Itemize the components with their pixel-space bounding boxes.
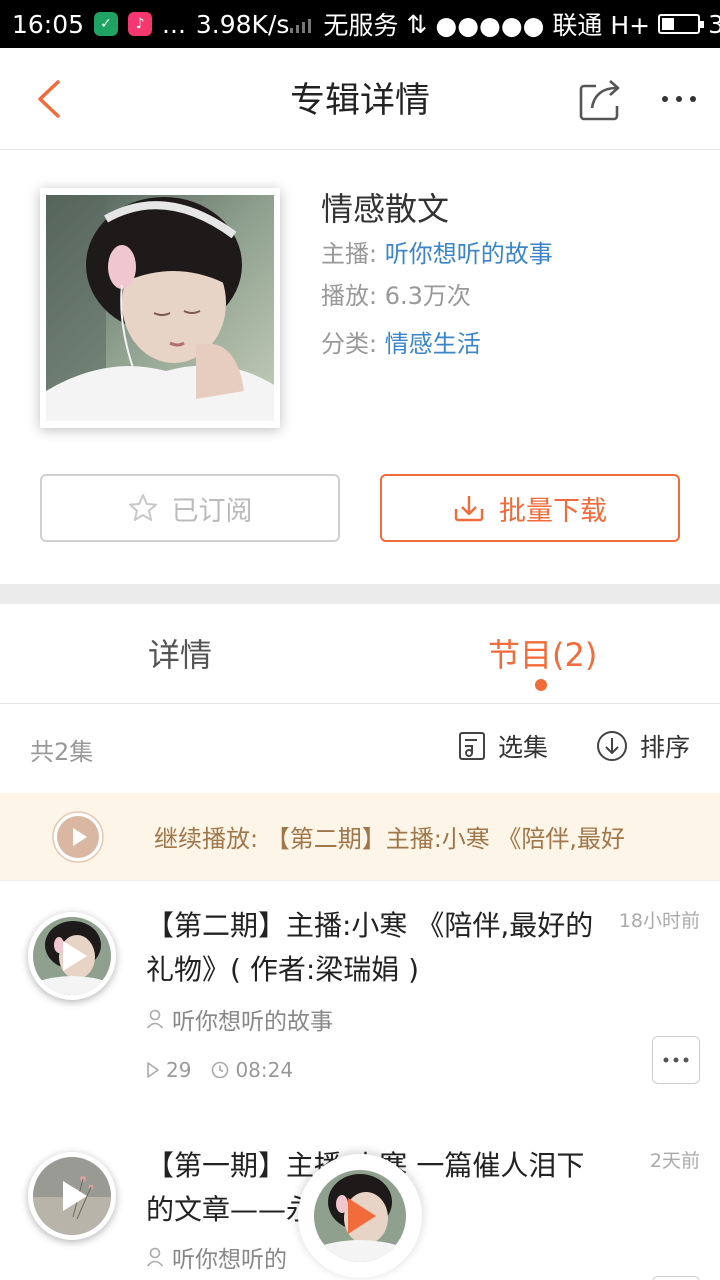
share-icon[interactable] (574, 72, 628, 126)
tab-detail[interactable]: 详情 (148, 630, 212, 676)
status-time: 16:05 (12, 9, 85, 39)
playlist-icon (459, 732, 485, 760)
host-name-link[interactable]: 听你想听的故事 (385, 240, 553, 268)
page-title: 专辑详情 (289, 81, 430, 121)
status-bar: 16:05 ✓ ♪ ... 3.98K/s 无服务 ⇅ ●●●●● 联通 H+ … (0, 0, 720, 48)
track-more-button[interactable] (652, 1276, 700, 1280)
mini-player-cover (314, 1170, 406, 1262)
status-ellipsis: ... (162, 9, 186, 39)
mini-player-disc[interactable] (314, 1170, 406, 1262)
track-plays: 29 (146, 1058, 191, 1082)
play-count-icon (147, 1062, 159, 1078)
subscribed-label: 已订阅 (171, 495, 253, 527)
user-icon (146, 1009, 164, 1029)
track-stats: 29 08:24 (146, 1058, 293, 1082)
track-thumbnail[interactable] (28, 912, 116, 1000)
track-more-button[interactable] (652, 1036, 700, 1084)
track-plays-value: 29 (166, 1058, 192, 1082)
album-info: 情感散文 主播: 听你想听的故事 播放: 6.3万次 分类: 情感生活 已订阅 … (0, 150, 720, 584)
track-time: 18小时前 (618, 910, 700, 932)
status-speed: 3.98K/s (195, 9, 290, 39)
play-icon (63, 1181, 87, 1211)
track-duration: 08:24 (211, 1058, 293, 1082)
list-header: 共2集 选集 排序 (0, 704, 720, 792)
sort-button[interactable]: 排序 (596, 728, 690, 764)
star-icon (128, 494, 157, 521)
album-plays: 播放: 6.3万次 (321, 276, 471, 311)
more-dots-icon[interactable] (654, 74, 704, 124)
track-item[interactable]: 【第二期】主播:小寒 《陪伴,最好的礼物》( 作者:梁瑞娟 ) 18小时前 听你… (0, 882, 720, 1122)
album-category: 分类: 情感生活 (321, 324, 481, 359)
continue-play-text: 继续播放: 【第二期】主播:小寒 《陪伴,最好 (154, 825, 626, 853)
track-author-name: 听你想听的 (172, 1247, 287, 1273)
track-thumbnail[interactable] (28, 1152, 116, 1240)
host-label: 主播: (321, 240, 378, 268)
signal-icon (290, 19, 312, 33)
track-author: 听你想听的故事 (146, 1002, 333, 1036)
category-label: 分类: (321, 330, 378, 358)
track-author-name: 听你想听的故事 (172, 1009, 333, 1035)
more-dots-icon (663, 1057, 689, 1063)
music-app-icon: ♪ (128, 12, 153, 36)
battery-icon (658, 14, 705, 34)
section-divider (0, 584, 720, 604)
user-icon (146, 1247, 164, 1267)
track-duration-value: 08:24 (235, 1058, 294, 1082)
tab-programs[interactable]: 节目(2) (488, 630, 597, 676)
sort-label: 排序 (640, 733, 691, 762)
continue-play-bar[interactable]: 继续播放: 【第二期】主播:小寒 《陪伴,最好 (0, 793, 720, 881)
album-cover[interactable] (40, 188, 280, 428)
category-link[interactable]: 情感生活 (385, 330, 481, 358)
download-icon (454, 496, 484, 522)
subscribed-button[interactable]: 已订阅 (40, 474, 340, 542)
status-right: 无服务 ⇅ ●●●●● 联通 H+ 35% (289, 6, 720, 42)
plays-label: 播放: (321, 282, 378, 310)
clock-icon (212, 1061, 229, 1079)
select-episodes-button[interactable]: 选集 (458, 728, 548, 764)
data-arrows-icon: ⇅ (406, 9, 428, 39)
status-left: 16:05 ✓ ♪ ... 3.98K/s (12, 10, 289, 39)
batch-download-label: 批量下载 (499, 495, 607, 527)
status-no-service: 无服务 (323, 11, 399, 40)
select-episodes-label: 选集 (498, 733, 549, 762)
track-time: 2天前 (649, 1150, 700, 1172)
track-title[interactable]: 【第二期】主播:小寒 《陪伴,最好的礼物》( 作者:梁瑞娟 ) (146, 904, 596, 992)
album-host: 主播: 听你想听的故事 (321, 234, 553, 269)
tab-bar: 详情 节目(2) (0, 604, 720, 704)
episode-count: 共2集 (30, 738, 94, 766)
shield-app-icon: ✓ (94, 12, 119, 36)
album-cover-image (46, 195, 274, 421)
album-title: 情感散文 (321, 190, 450, 228)
mini-player[interactable] (298, 1154, 422, 1278)
plays-value: 6.3万次 (384, 282, 471, 310)
active-tab-indicator (535, 679, 547, 691)
status-carrier: ●●●●● 联通 H+ (435, 11, 651, 40)
track-author: 听你想听的 (146, 1240, 287, 1274)
play-icon (63, 941, 87, 971)
chevron-left-icon[interactable] (20, 74, 76, 124)
sort-down-icon (597, 731, 627, 761)
nav-bar: 专辑详情 (0, 48, 720, 150)
play-circle-icon[interactable] (52, 811, 104, 863)
status-battery: 35% (708, 9, 720, 39)
batch-download-button[interactable]: 批量下载 (380, 474, 680, 542)
